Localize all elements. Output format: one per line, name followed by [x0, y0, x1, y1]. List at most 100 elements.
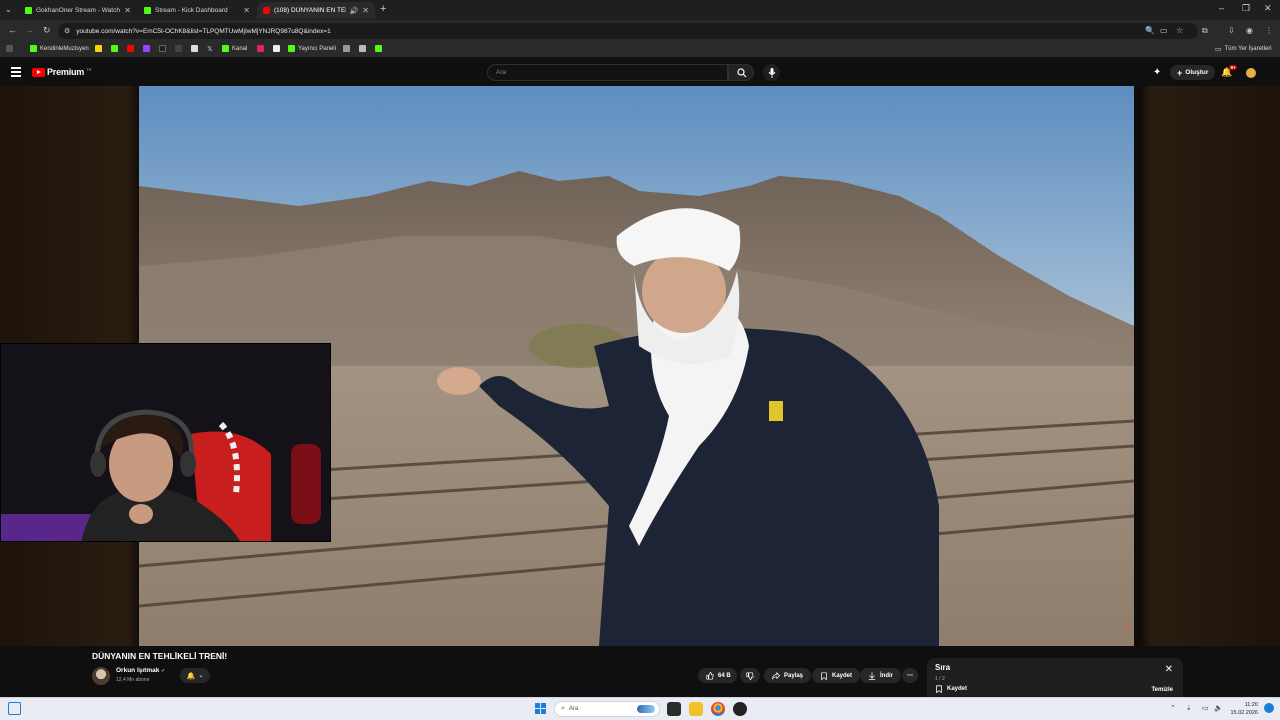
- channel-name[interactable]: Orkun Işıtmak ✔: [116, 667, 165, 674]
- download-button[interactable]: İndir: [860, 668, 901, 683]
- youtube-premium-logo[interactable]: Premium TR: [32, 67, 91, 77]
- folder-icon: ▭: [1215, 46, 1222, 53]
- logo-text: Premium: [47, 67, 85, 77]
- save-label: Kaydet: [832, 672, 853, 679]
- copilot-icon[interactable]: [1264, 703, 1274, 713]
- hamburger-menu-icon[interactable]: [11, 67, 21, 77]
- bookmark-yayinci-paneli[interactable]: Yayıncı Paneli: [288, 45, 336, 52]
- voice-search-button[interactable]: [763, 64, 780, 81]
- restore-icon[interactable]: ❐: [1242, 3, 1250, 14]
- obs-icon[interactable]: [733, 702, 747, 716]
- youtube-play-icon: [32, 67, 45, 77]
- search-icon: ⌕: [561, 705, 565, 712]
- search-icon: [737, 68, 747, 78]
- tab-kick-watch[interactable]: GokhanOner Stream - Watch L ✕: [19, 2, 137, 19]
- queue-save-button[interactable]: Kaydet: [935, 685, 967, 693]
- search-button[interactable]: [728, 64, 754, 81]
- webcam-scene: [1, 344, 330, 541]
- bookmark-label: Yayıncı Paneli: [298, 45, 336, 52]
- tab-title: (108) DÜNYANIN EN TEHLİ: [274, 7, 346, 14]
- more-icon: ⋯: [907, 673, 913, 679]
- new-tab-button[interactable]: +: [380, 3, 386, 15]
- bookmark-icon-1[interactable]: [95, 45, 102, 52]
- bookmark-icon-5[interactable]: [175, 45, 182, 52]
- video-channel-watermark-icon[interactable]: ⇊: [1117, 620, 1134, 638]
- channel-avatar[interactable]: [92, 667, 110, 685]
- file-explorer-icon[interactable]: [689, 702, 703, 716]
- share-button[interactable]: Paylaş: [764, 668, 812, 683]
- bookmark-icon-9[interactable]: [343, 45, 350, 52]
- like-count: 64 B: [718, 672, 731, 679]
- bookmark-icon-4[interactable]: [143, 45, 150, 52]
- bookmark-kendinlemuzisyen[interactable]: KendinleMuzisyen: [30, 45, 89, 52]
- tray-chevron-icon[interactable]: ⌃: [1170, 704, 1176, 712]
- notification-badge: 9+: [1229, 65, 1238, 70]
- bookmark-icon-8[interactable]: [273, 45, 280, 52]
- bookmark-kanal[interactable]: Kanal: [222, 45, 247, 52]
- create-button[interactable]: + Oluştur: [1170, 65, 1216, 80]
- system-clock[interactable]: 11:20 15.02.2026: [1230, 701, 1258, 717]
- zoom-icon[interactable]: 🔍: [1145, 26, 1155, 35]
- audio-playing-icon[interactable]: 🔊: [350, 7, 359, 15]
- all-bookmarks-folder[interactable]: ▭ Tüm Yer İşaretleri: [1215, 45, 1272, 53]
- bookmark-icon-2[interactable]: [111, 45, 118, 52]
- close-tab-icon[interactable]: ✕: [243, 6, 250, 15]
- close-window-icon[interactable]: ✕: [1264, 3, 1272, 14]
- youtube-header: Premium TR Ara ✦ + Oluştur 🔔 9+: [0, 60, 1280, 86]
- cast-icon[interactable]: ▭: [1160, 26, 1168, 35]
- windows-taskbar: ⌕ Ara ⌃ ⇣ ▭ 🔈 11:20 15.02.2026: [0, 697, 1280, 720]
- channel-name-text: Orkun Işıtmak: [116, 667, 160, 674]
- chevron-down-icon: ⌄: [198, 673, 204, 679]
- downloads-icon[interactable]: ⇩: [1228, 26, 1235, 35]
- tab-search-icon[interactable]: ⌄: [5, 5, 12, 14]
- more-actions-button[interactable]: ⋯: [902, 668, 918, 683]
- back-icon[interactable]: ←: [8, 25, 17, 35]
- reload-icon[interactable]: ↻: [43, 25, 51, 36]
- taskbar-search-input[interactable]: ⌕ Ara: [554, 701, 660, 717]
- microphone-icon: [768, 67, 775, 78]
- video-info-bar: DÜNYANIN EN TEHLİKELİ TRENİ! Orkun Işıtm…: [0, 646, 1280, 697]
- minimize-icon[interactable]: –: [1219, 3, 1224, 13]
- task-view-icon[interactable]: [667, 702, 681, 716]
- x-icon[interactable]: 𝕏: [207, 45, 213, 53]
- network-icon[interactable]: ▭: [1202, 704, 1209, 712]
- youtube-favicon-icon: [263, 7, 270, 14]
- start-button[interactable]: [535, 703, 547, 715]
- extensions-icon[interactable]: ⧉: [1202, 26, 1208, 36]
- close-queue-icon[interactable]: ✕: [1165, 664, 1173, 675]
- bookmark-icon-11[interactable]: [375, 45, 382, 52]
- tab-kick-dashboard[interactable]: Stream - Kick Dashboard ✕: [138, 2, 256, 19]
- kick-favicon-icon: [30, 45, 37, 52]
- save-button[interactable]: Kaydet: [812, 668, 861, 683]
- search-input[interactable]: Ara: [487, 64, 728, 81]
- tray-download-icon[interactable]: ⇣: [1186, 704, 1192, 712]
- site-info-icon[interactable]: ⚙: [64, 27, 70, 35]
- bookmark-star-icon[interactable]: ☆: [1176, 26, 1183, 35]
- address-bar[interactable]: ⚙ youtube.com/watch?v=EmC5t-OChK8&list=T…: [58, 23, 1198, 39]
- bookmark-icon-10[interactable]: [359, 45, 366, 52]
- profile-icon[interactable]: ◉: [1246, 26, 1253, 35]
- close-tab-icon[interactable]: ✕: [362, 6, 369, 15]
- bookmark-icon-7[interactable]: [257, 45, 264, 52]
- bookmark-icon: [936, 685, 942, 693]
- like-button[interactable]: 64 B: [698, 668, 737, 683]
- subscription-bell-button[interactable]: 🔔 ⌄: [180, 668, 210, 683]
- tiktok-icon[interactable]: [159, 45, 166, 52]
- account-avatar[interactable]: [1246, 68, 1256, 78]
- bookmark-icon-6[interactable]: [191, 45, 198, 52]
- close-tab-icon[interactable]: ✕: [124, 6, 131, 15]
- bookmark-icon-3[interactable]: [127, 45, 134, 52]
- queue-clear-button[interactable]: Temizle: [1151, 687, 1173, 693]
- apps-icon[interactable]: [6, 45, 13, 52]
- taskbar-search-placeholder: Ara: [568, 706, 579, 712]
- browser-menu-icon[interactable]: ⋮: [1265, 26, 1273, 35]
- kick-extension-icon[interactable]: ✦: [1153, 67, 1161, 78]
- tab-youtube-video[interactable]: (108) DÜNYANIN EN TEHLİ 🔊 ✕: [257, 2, 375, 19]
- browser-toolbar: ← → ↻ ⚙ youtube.com/watch?v=EmC5t-OChK8&…: [0, 20, 1280, 42]
- bookmark-label: Kanal: [232, 45, 248, 52]
- forward-icon[interactable]: →: [25, 25, 34, 35]
- widgets-icon[interactable]: [8, 702, 21, 715]
- volume-icon[interactable]: 🔈: [1214, 704, 1223, 712]
- chrome-icon[interactable]: [711, 702, 725, 716]
- dislike-button[interactable]: [740, 668, 760, 683]
